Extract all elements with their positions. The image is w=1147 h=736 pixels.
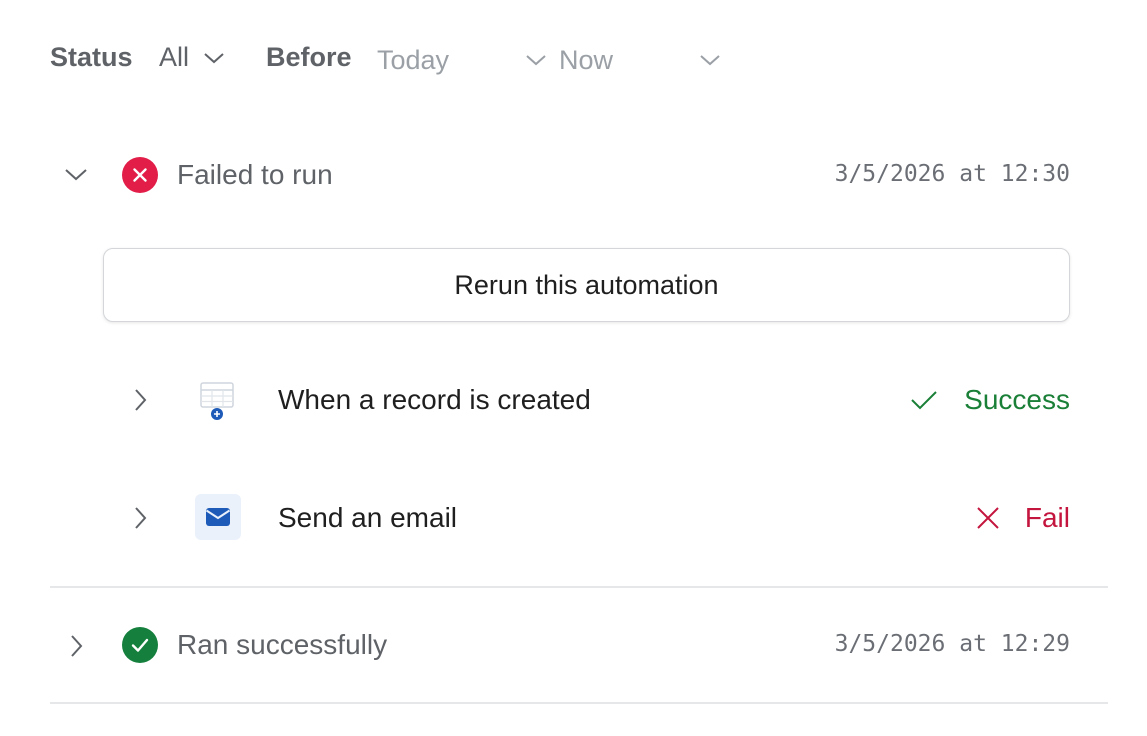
step-status-label: Fail bbox=[1024, 502, 1070, 533]
chevron-right-icon bbox=[68, 634, 84, 658]
envelope-icon bbox=[195, 494, 241, 540]
run-timestamp: 3/5/2026 at 12:30 bbox=[834, 161, 1070, 187]
step-status-label: Success bbox=[964, 384, 1070, 415]
run-timestamp: 3/5/2026 at 12:29 bbox=[834, 631, 1070, 657]
run-title: Failed to run bbox=[177, 159, 333, 190]
chevron-down-icon bbox=[64, 166, 88, 182]
chevron-down-icon bbox=[203, 51, 225, 65]
collapse-run-toggle[interactable] bbox=[64, 166, 88, 182]
before-filter-label: Before bbox=[266, 42, 352, 72]
date-picker-placeholder: Today bbox=[377, 44, 450, 75]
expand-step-toggle[interactable] bbox=[132, 388, 148, 412]
rerun-automation-button[interactable]: Rerun this automation bbox=[103, 248, 1070, 322]
error-status-icon bbox=[122, 157, 158, 193]
chevron-right-icon bbox=[132, 506, 148, 530]
chevron-right-icon bbox=[132, 388, 148, 412]
close-icon bbox=[975, 505, 1001, 531]
time-picker[interactable]: Now bbox=[559, 42, 721, 78]
date-picker[interactable]: Today bbox=[377, 42, 547, 78]
status-filter-value: All bbox=[159, 42, 190, 72]
table-plus-icon bbox=[197, 381, 237, 423]
step-title: Send an email bbox=[278, 502, 458, 533]
divider bbox=[50, 702, 1108, 704]
expand-run-toggle[interactable] bbox=[68, 634, 84, 658]
step-status-fail: Fail bbox=[975, 502, 1070, 534]
time-picker-placeholder: Now bbox=[559, 44, 614, 75]
step-title: When a record is created bbox=[278, 384, 591, 415]
status-filter-dropdown[interactable]: All bbox=[159, 42, 225, 73]
check-icon bbox=[910, 389, 938, 411]
step-status-success: Success bbox=[910, 384, 1070, 416]
chevron-down-icon bbox=[699, 53, 721, 67]
status-filter-label: Status bbox=[50, 42, 133, 72]
chevron-down-icon bbox=[525, 53, 547, 67]
run-title: Ran successfully bbox=[177, 629, 388, 660]
expand-step-toggle[interactable] bbox=[132, 506, 148, 530]
success-status-icon bbox=[122, 627, 158, 663]
divider bbox=[50, 586, 1108, 588]
